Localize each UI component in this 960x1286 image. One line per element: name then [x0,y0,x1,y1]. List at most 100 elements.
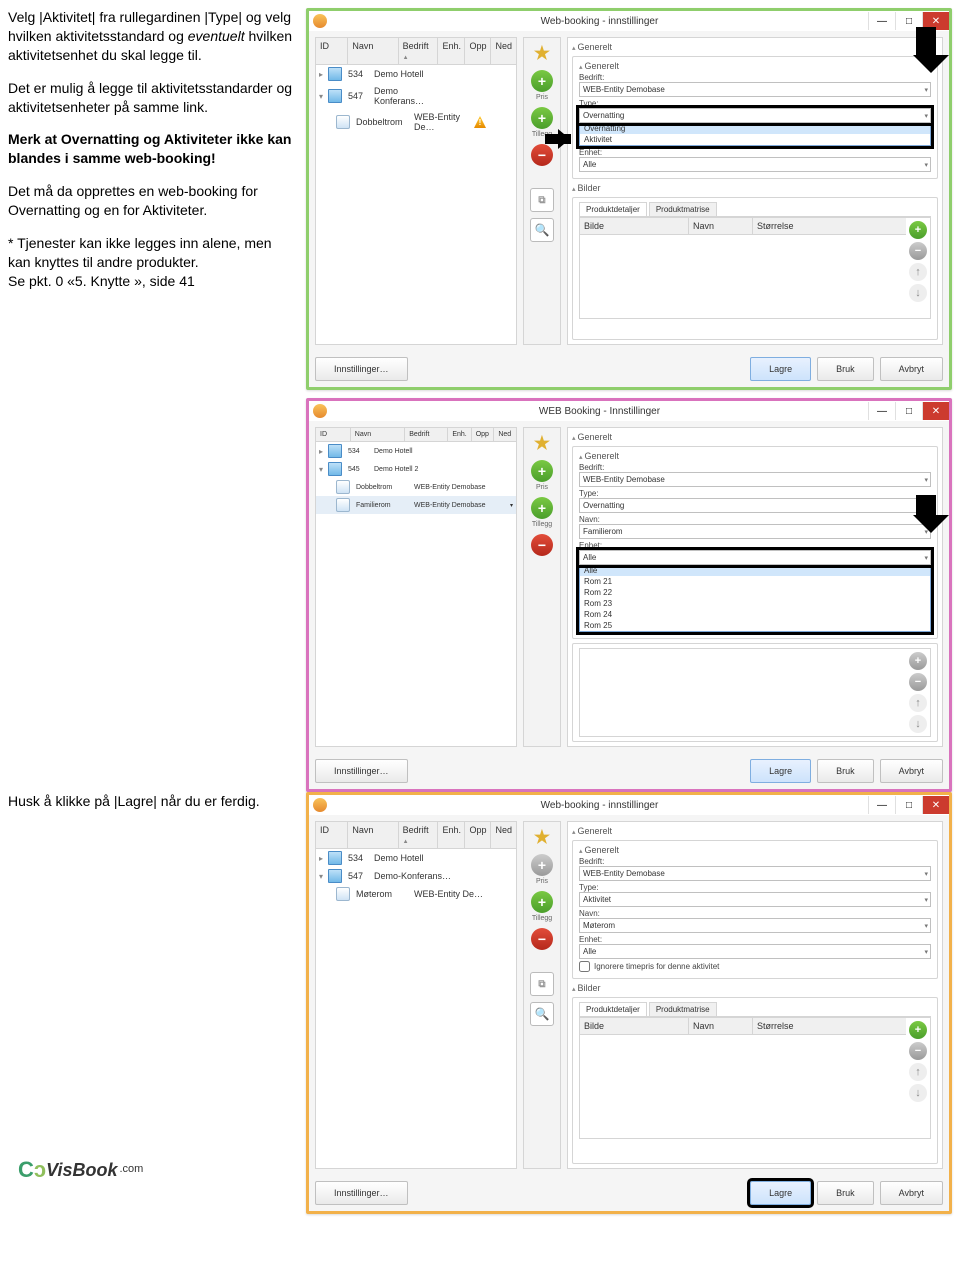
navn-select[interactable]: Møterom▾ [579,918,931,933]
section-bilder[interactable]: Bilder [572,983,938,993]
add-button[interactable]: + [531,70,553,92]
col-id[interactable]: ID [316,822,348,848]
add-tillegg-button[interactable]: + [531,891,553,913]
img-add-button[interactable]: + [909,221,927,239]
maximize-button[interactable]: □ [895,796,922,814]
table-row[interactable]: Dobbeltrom WEB-Entity De… ! [316,109,516,135]
bedrift-select[interactable]: WEB-Entity Demobase▾ [579,472,931,487]
add-button[interactable]: + [531,854,553,876]
section-generelt[interactable]: Generelt [579,451,931,461]
close-button[interactable]: ✕ [922,402,949,420]
col-bilde[interactable]: Bilde [580,1018,689,1034]
bedrift-select[interactable]: WEB-Entity Demobase▾ [579,866,931,881]
star-icon[interactable]: ★ [531,432,553,454]
img-up-button[interactable]: ↑ [909,1063,927,1081]
enhet-select[interactable]: Alle▾ [579,550,931,565]
delete-button[interactable]: − [531,928,553,950]
lagre-button[interactable]: Lagre [750,759,811,783]
lagre-button[interactable]: Lagre [750,357,811,381]
tab-matrise[interactable]: Produktmatrise [649,202,717,216]
bedrift-select[interactable]: WEB-Entity Demobase▾ [579,82,931,97]
col-innernavn[interactable]: Navn [689,218,753,234]
star-icon[interactable]: ★ [531,826,553,848]
copy-button[interactable]: ⧉ [530,188,554,212]
bruk-button[interactable]: Bruk [817,357,874,381]
img-add-button[interactable]: + [909,652,927,670]
section-generelt-outer[interactable]: Generelt [572,826,938,836]
tab-matrise[interactable]: Produktmatrise [649,1002,717,1016]
tab-detaljer[interactable]: Produktdetaljer [579,1002,647,1016]
section-generelt[interactable]: Generelt [579,845,931,855]
col-bedrift[interactable]: Bedrift [405,428,448,441]
dropdown-option[interactable]: Overnatting [580,123,930,134]
type-select[interactable]: Overnatting▾ [579,498,931,513]
enhet-select[interactable]: Alle▾ [579,944,931,959]
col-opp[interactable]: Opp [465,822,491,848]
col-opp[interactable]: Opp [465,38,491,64]
section-bilder[interactable]: Bilder [572,183,938,193]
search-button[interactable]: 🔍 [530,1002,554,1026]
type-select[interactable]: Aktivitet▾ [579,892,931,907]
img-up-button[interactable]: ↑ [909,263,927,281]
section-generelt-outer[interactable]: Generelt [572,42,938,52]
copy-button[interactable]: ⧉ [530,972,554,996]
lagre-button[interactable]: Lagre [750,1181,811,1205]
add-button[interactable]: + [531,460,553,482]
delete-button[interactable]: − [531,144,553,166]
minimize-button[interactable]: — [868,12,895,30]
search-button[interactable]: 🔍 [530,218,554,242]
col-enh[interactable]: Enh. [438,822,465,848]
table-row[interactable]: DobbeltromWEB-Entity Demobase [316,478,516,496]
col-navn[interactable]: Navn [348,822,398,848]
avbryt-button[interactable]: Avbryt [880,759,943,783]
img-del-button[interactable]: − [909,673,927,691]
img-add-button[interactable]: + [909,1021,927,1039]
table-row[interactable]: ▾547Demo-Konferans… [316,867,516,885]
img-down-button[interactable]: ↓ [909,715,927,733]
table-row[interactable]: MøteromWEB-Entity De… [316,885,516,903]
col-ned[interactable]: Ned [491,38,516,64]
dropdown-option[interactable]: Rom 22 [580,587,930,598]
img-del-button[interactable]: − [909,242,927,260]
col-ned[interactable]: Ned [494,428,516,441]
col-ned[interactable]: Ned [491,822,516,848]
dropdown-option[interactable]: Rom 25 [580,620,930,631]
tab-detaljer[interactable]: Produktdetaljer [579,202,647,216]
col-navn[interactable]: Navn [348,38,398,64]
bruk-button[interactable]: Bruk [817,1181,874,1205]
col-id[interactable]: ID [316,38,348,64]
col-storrelse[interactable]: Størrelse [753,1018,906,1034]
section-generelt[interactable]: Generelt [579,61,931,71]
enhet-select[interactable]: Alle▾ [579,157,931,172]
table-row[interactable]: FamilieromWEB-Entity Demobase▾ [316,496,516,514]
type-select[interactable]: Overnatting▾ [579,108,931,123]
maximize-button[interactable]: □ [895,402,922,420]
avbryt-button[interactable]: Avbryt [880,357,943,381]
table-row[interactable]: ▸ 534 Demo Hotell [316,65,516,83]
col-id[interactable]: ID [316,428,351,441]
col-bedrift[interactable]: Bedrift ▲ [399,38,439,64]
enhet-dropdown[interactable]: Alle Rom 21 Rom 22 Rom 23 Rom 24 Rom 25 [579,564,931,632]
dropdown-option[interactable]: Rom 24 [580,609,930,620]
table-row[interactable]: ▸534Demo Hotell [316,849,516,867]
col-bedrift[interactable]: Bedrift ▲ [399,822,439,848]
table-row[interactable]: ▾545Demo Hotell 2 [316,460,516,478]
star-icon[interactable]: ★ [531,42,553,64]
col-storrelse[interactable]: Størrelse [753,218,906,234]
innstillinger-button[interactable]: Innstillinger… [315,1181,408,1205]
add-tillegg-button[interactable]: + [531,497,553,519]
col-opp[interactable]: Opp [472,428,495,441]
table-row[interactable]: ▸534Demo Hotell [316,442,516,460]
img-down-button[interactable]: ↓ [909,284,927,302]
col-innernavn[interactable]: Navn [689,1018,753,1034]
img-up-button[interactable]: ↑ [909,694,927,712]
col-enh[interactable]: Enh. [448,428,471,441]
col-bilde[interactable]: Bilde [580,218,689,234]
add-tillegg-button[interactable]: + [531,107,553,129]
close-button[interactable]: ✕ [922,796,949,814]
innstillinger-button[interactable]: Innstillinger… [315,357,408,381]
navn-select[interactable]: Familierom▾ [579,524,931,539]
col-navn[interactable]: Navn [351,428,405,441]
dropdown-option[interactable]: Rom 23 [580,598,930,609]
ignorer-checkbox[interactable] [579,961,590,972]
